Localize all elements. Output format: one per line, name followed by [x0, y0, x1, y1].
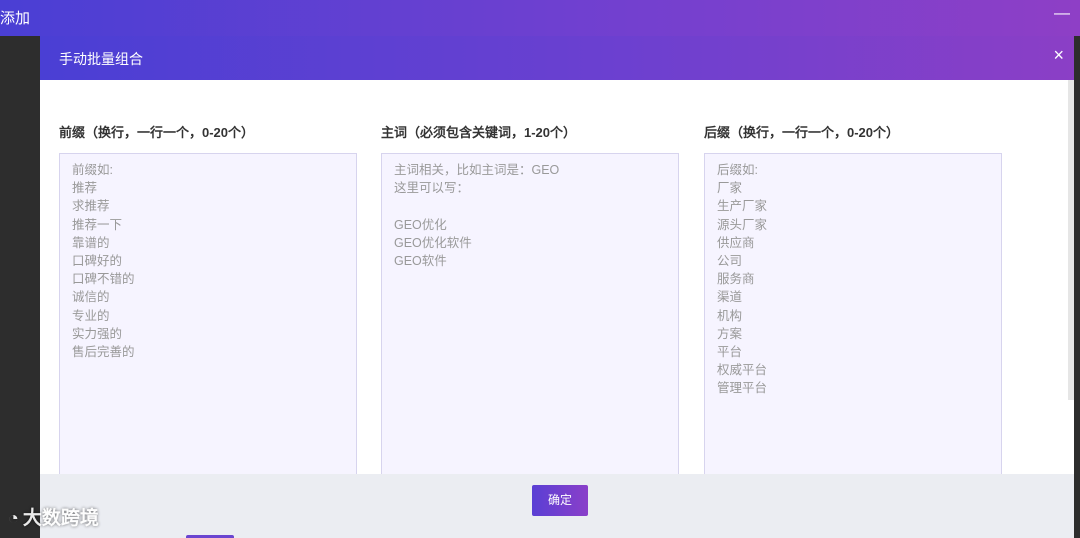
suffix-textarea[interactable]: 后缀如: 厂家 生产厂家 源头厂家 供应商 公司 服务商 渠道 机构 方案 平台…	[704, 153, 1002, 493]
minimize-button[interactable]: —	[1054, 5, 1070, 23]
main-word-label: 主词（必须包含关键词，1-20个）	[381, 125, 577, 140]
outer-title-bar: 添加 —	[0, 0, 1080, 36]
dialog-header: 手动批量组合 ×	[40, 36, 1074, 80]
prefix-label: 前缀（换行，一行一个，0-20个）	[59, 125, 255, 140]
main-word-column: 主词（必须包含关键词，1-20个） 主词相关，比如主词是：GEO 这里可以写： …	[381, 122, 681, 493]
dialog-scrollbar[interactable]	[1068, 80, 1074, 400]
watermark-text: 大数跨境	[22, 508, 99, 529]
background-overlay-right	[1074, 36, 1080, 538]
watermark-logo-icon: ◔	[8, 508, 19, 528]
batch-combine-dialog: 手动批量组合 × 前缀（换行，一行一个，0-20个） 前缀如: 推荐 求推荐 推…	[40, 36, 1074, 538]
confirm-button[interactable]: 确定	[532, 485, 588, 516]
prefix-textarea[interactable]: 前缀如: 推荐 求推荐 推荐一下 靠谱的 口碑好的 口碑不错的 诚信的 专业的 …	[59, 153, 357, 493]
main-word-textarea[interactable]: 主词相关，比如主词是：GEO 这里可以写： GEO优化 GEO优化软件 GEO软…	[381, 153, 679, 493]
background-overlay-left	[0, 36, 40, 538]
suffix-column: 后缀（换行，一行一个，0-20个） 后缀如: 厂家 生产厂家 源头厂家 供应商 …	[704, 122, 1004, 493]
dialog-title: 手动批量组合	[59, 51, 143, 67]
outer-window-title: 添加	[0, 10, 31, 27]
watermark: ◔ 大数跨境	[8, 503, 99, 530]
close-icon[interactable]: ×	[1053, 46, 1064, 64]
dialog-footer: 确定	[40, 474, 1074, 538]
suffix-label: 后缀（换行，一行一个，0-20个）	[704, 125, 900, 140]
prefix-column: 前缀（换行，一行一个，0-20个） 前缀如: 推荐 求推荐 推荐一下 靠谱的 口…	[59, 122, 359, 493]
